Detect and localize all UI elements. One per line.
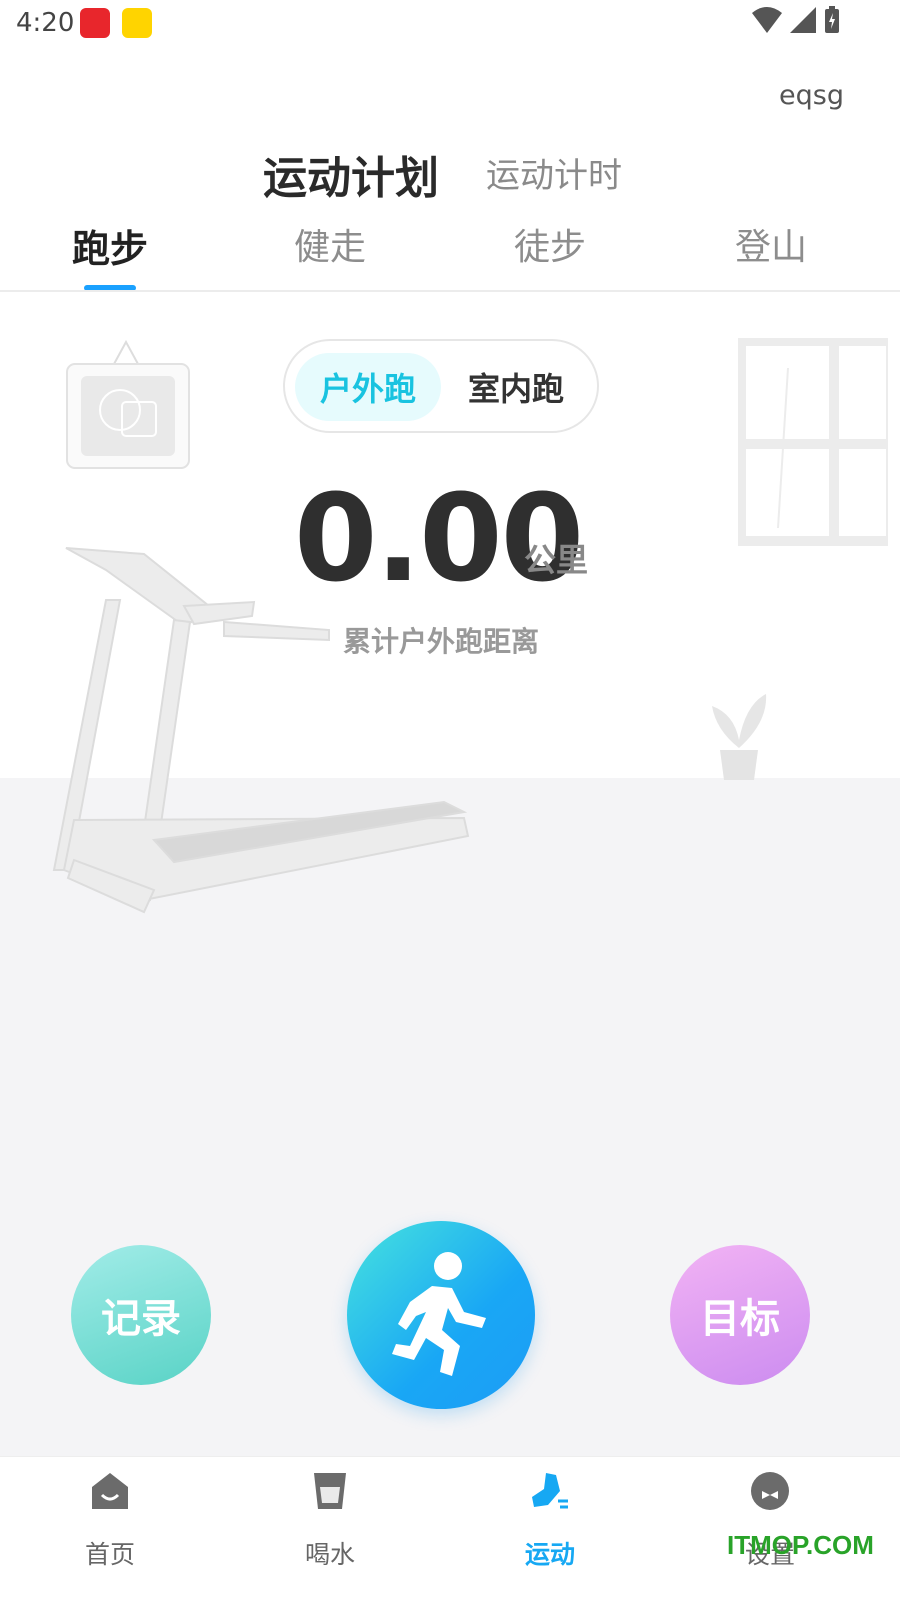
status-icons [752,6,840,34]
goal-button-label: 目标 [700,1296,780,1342]
nav-home-label: 首页 [84,1540,135,1569]
watermark: ITMOP.COM [727,1530,874,1560]
settings-face-icon [751,1472,789,1510]
status-bar: 4:20 [0,0,900,48]
user-name[interactable]: eqsg [779,80,844,111]
tab-sport-timer[interactable]: 运动计时 [486,148,622,197]
signal-icon [790,7,816,33]
status-time: 4:20 [16,8,75,38]
nav-settings[interactable]: 设置 [690,1457,850,1600]
tab-walking[interactable]: 健走 [270,218,390,270]
record-button-label: 记录 [101,1296,181,1342]
distance-label: 累计户外跑距离 [342,625,539,658]
home-icon [92,1473,128,1509]
tab-hiking[interactable]: 徒步 [490,218,610,270]
tab-sport-plan[interactable]: 运动计划 [263,142,439,206]
record-button[interactable]: 记录 [71,1245,211,1385]
wifi-icon [752,7,782,33]
battery-icon [825,6,839,33]
plant-illustration [712,694,767,780]
window-illustration [738,338,888,546]
tab-climbing[interactable]: 登山 [711,218,831,270]
outdoor-run-option[interactable]: 户外跑 [295,353,441,421]
tab-divider [0,290,900,292]
indoor-run-option[interactable]: 室内跑 [443,353,589,421]
nav-water-label: 喝水 [304,1540,355,1569]
start-run-button[interactable] [347,1221,535,1409]
kuaishou-app-icon [80,8,110,38]
nav-sport-label: 运动 [524,1540,575,1569]
shoe-icon [532,1473,568,1509]
distance-unit: 公里 [524,541,589,579]
cup-icon [314,1473,346,1509]
run-mode-toggle: 户外跑 室内跑 [283,339,599,433]
picture-frame-illustration [66,339,190,469]
nav-home[interactable]: 首页 [30,1457,190,1600]
seven-cat-app-icon [122,8,152,38]
running-person-icon [392,1252,486,1376]
goal-button[interactable]: 目标 [670,1245,810,1385]
bottom-nav: 首页 喝水 运动 设置 [0,1456,900,1600]
nav-sport[interactable]: 运动 [470,1457,630,1600]
nav-water[interactable]: 喝水 [250,1457,410,1600]
tab-running[interactable]: 跑步 [50,218,170,273]
